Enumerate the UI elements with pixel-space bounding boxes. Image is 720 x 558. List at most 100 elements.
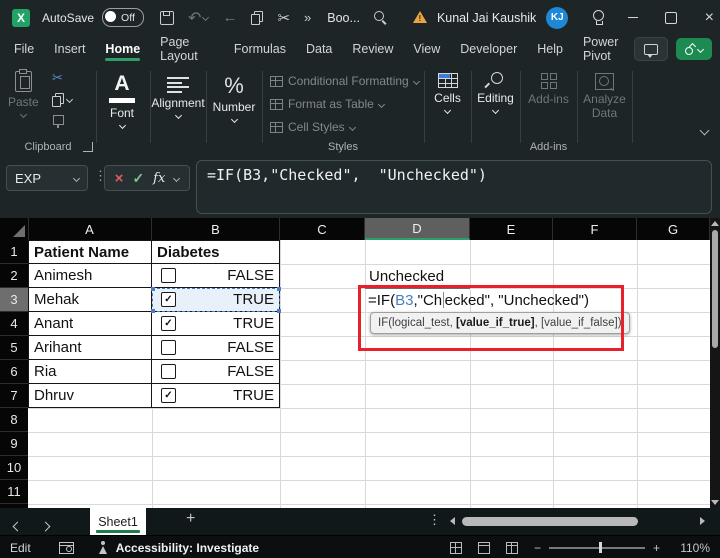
more-commands-button[interactable]: » — [304, 10, 311, 25]
macro-record-icon[interactable] — [59, 542, 74, 554]
scroll-down-arrow[interactable] — [711, 500, 719, 505]
cell-a3[interactable]: Mehak — [28, 288, 152, 312]
cell-a6[interactable]: Ria — [28, 360, 152, 384]
cell-b7[interactable]: ✓ TRUE — [152, 384, 280, 408]
conditional-formatting-button[interactable]: Conditional Formatting — [270, 74, 419, 88]
addins-button[interactable]: Add-ins — [520, 73, 577, 106]
zoom-out-button[interactable]: − — [534, 541, 541, 555]
comments-button[interactable] — [634, 37, 668, 61]
cut-button[interactable]: ✂ — [277, 9, 290, 27]
row-header-2[interactable]: 2 — [0, 264, 28, 288]
format-as-table-button[interactable]: Format as Table — [270, 97, 384, 111]
maximize-button[interactable] — [656, 0, 686, 35]
row-header-5[interactable]: 5 — [0, 336, 28, 360]
ribbon-copy-button[interactable] — [52, 92, 72, 106]
column-header-a[interactable]: A — [28, 218, 152, 240]
ribbon-cut-button[interactable]: ✂ — [52, 71, 63, 85]
zoom-level[interactable]: 110% — [676, 541, 710, 555]
scroll-left-arrow[interactable] — [450, 517, 455, 525]
column-header-g[interactable]: G — [637, 218, 710, 240]
tab-home[interactable]: Home — [105, 35, 140, 63]
column-header-e[interactable]: E — [470, 218, 553, 240]
row-header-9[interactable]: 9 — [0, 432, 28, 456]
cell-a7[interactable]: Dhruv — [28, 384, 152, 408]
close-button[interactable]: × — [694, 0, 720, 35]
checkbox-unchecked[interactable] — [161, 268, 176, 283]
clipboard-dialog-launcher[interactable] — [83, 142, 93, 152]
sheet-tab-sheet1[interactable]: Sheet1 — [90, 508, 146, 535]
next-sheet-button[interactable] — [42, 517, 49, 535]
column-header-b[interactable]: B — [152, 218, 280, 240]
prev-sheet-button[interactable] — [14, 517, 21, 535]
vertical-scrollbar[interactable] — [710, 218, 720, 508]
row-header-3[interactable]: 3 — [0, 288, 28, 312]
share-button[interactable] — [676, 38, 712, 60]
minimize-button[interactable] — [618, 0, 648, 35]
select-all-corner[interactable] — [0, 218, 29, 240]
row-header-8[interactable]: 8 — [0, 408, 28, 432]
cell-a4[interactable]: Anant — [28, 312, 152, 336]
tab-insert[interactable]: Insert — [54, 35, 85, 63]
row-header-1[interactable]: 1 — [0, 240, 28, 264]
warning-icon[interactable]: ! — [413, 11, 427, 24]
cell-a5[interactable]: Arihant — [28, 336, 152, 360]
accessibility-status[interactable]: Accessibility: Investigate — [116, 541, 259, 555]
tab-file[interactable]: File — [14, 35, 34, 63]
tab-power-pivot[interactable]: Power Pivot — [583, 35, 634, 63]
add-sheet-button[interactable]: + — [186, 510, 195, 528]
alignment-button[interactable]: Alignment — [150, 73, 206, 118]
checkbox-checked[interactable]: ✓ — [161, 316, 176, 331]
column-header-d[interactable]: D — [365, 218, 470, 240]
enter-icon[interactable]: ✓ — [132, 170, 144, 187]
collapse-ribbon-button[interactable] — [701, 121, 708, 139]
row-header-7[interactable]: 7 — [0, 384, 28, 408]
checkbox-checked[interactable]: ✓ — [161, 388, 176, 403]
lightbulb-icon[interactable] — [592, 10, 604, 25]
cell-a2[interactable]: Animesh — [28, 264, 152, 288]
scroll-right-arrow[interactable] — [700, 517, 705, 525]
cell-b5[interactable]: FALSE — [152, 336, 280, 360]
tab-developer[interactable]: Developer — [460, 35, 517, 63]
search-button[interactable] — [374, 11, 387, 24]
copy-button[interactable] — [251, 11, 263, 24]
cancel-icon[interactable]: × — [115, 170, 124, 187]
formula-bar-chevron-icon[interactable] — [173, 174, 180, 181]
editing-button[interactable]: Editing — [471, 72, 520, 113]
paste-button[interactable]: Paste — [8, 71, 39, 117]
autosave-toggle[interactable]: Off — [102, 8, 144, 27]
analyze-data-button[interactable]: Analyze Data — [577, 73, 632, 121]
format-painter-button[interactable] — [52, 113, 64, 127]
row-header-6[interactable]: 6 — [0, 360, 28, 384]
page-layout-view-button[interactable] — [478, 542, 490, 554]
cell-d3-formula-edit[interactable]: =IF(B3,"Checked", "Unchecked") — [368, 288, 589, 312]
number-button[interactable]: % Number — [206, 73, 262, 122]
tab-data[interactable]: Data — [306, 35, 332, 63]
scroll-up-arrow[interactable] — [711, 221, 719, 226]
cell-b4[interactable]: ✓ TRUE — [152, 312, 280, 336]
tab-formulas[interactable]: Formulas — [234, 35, 286, 63]
cell-b1[interactable]: Diabetes — [152, 240, 280, 264]
column-header-c[interactable]: C — [280, 218, 365, 240]
insert-function-icon[interactable]: fx — [153, 171, 165, 186]
cells-button[interactable]: Cells — [424, 73, 471, 113]
zoom-slider-thumb[interactable] — [599, 542, 602, 553]
tab-page-layout[interactable]: Page Layout — [160, 35, 214, 63]
zoom-slider[interactable] — [549, 547, 645, 549]
row-header-10[interactable]: 10 — [0, 456, 28, 480]
normal-view-button[interactable] — [450, 542, 462, 554]
formula-input[interactable]: =IF(B3,"Checked", "Unchecked") — [196, 160, 712, 214]
undo-button[interactable]: ↶ — [188, 8, 208, 28]
cell-a1[interactable]: Patient Name — [28, 240, 152, 264]
row-header-11[interactable]: 11 — [0, 480, 28, 504]
zoom-in-button[interactable]: + — [653, 541, 660, 555]
cell-b2[interactable]: FALSE — [152, 264, 280, 288]
name-box[interactable]: EXP — [6, 165, 88, 191]
save-button[interactable] — [160, 11, 174, 25]
avatar[interactable]: KJ — [546, 7, 568, 29]
tab-view[interactable]: View — [413, 35, 440, 63]
tab-review[interactable]: Review — [352, 35, 393, 63]
column-header-f[interactable]: F — [553, 218, 637, 240]
cell-b6[interactable]: FALSE — [152, 360, 280, 384]
tab-help[interactable]: Help — [537, 35, 563, 63]
cell-d2[interactable]: Unchecked — [369, 264, 444, 288]
